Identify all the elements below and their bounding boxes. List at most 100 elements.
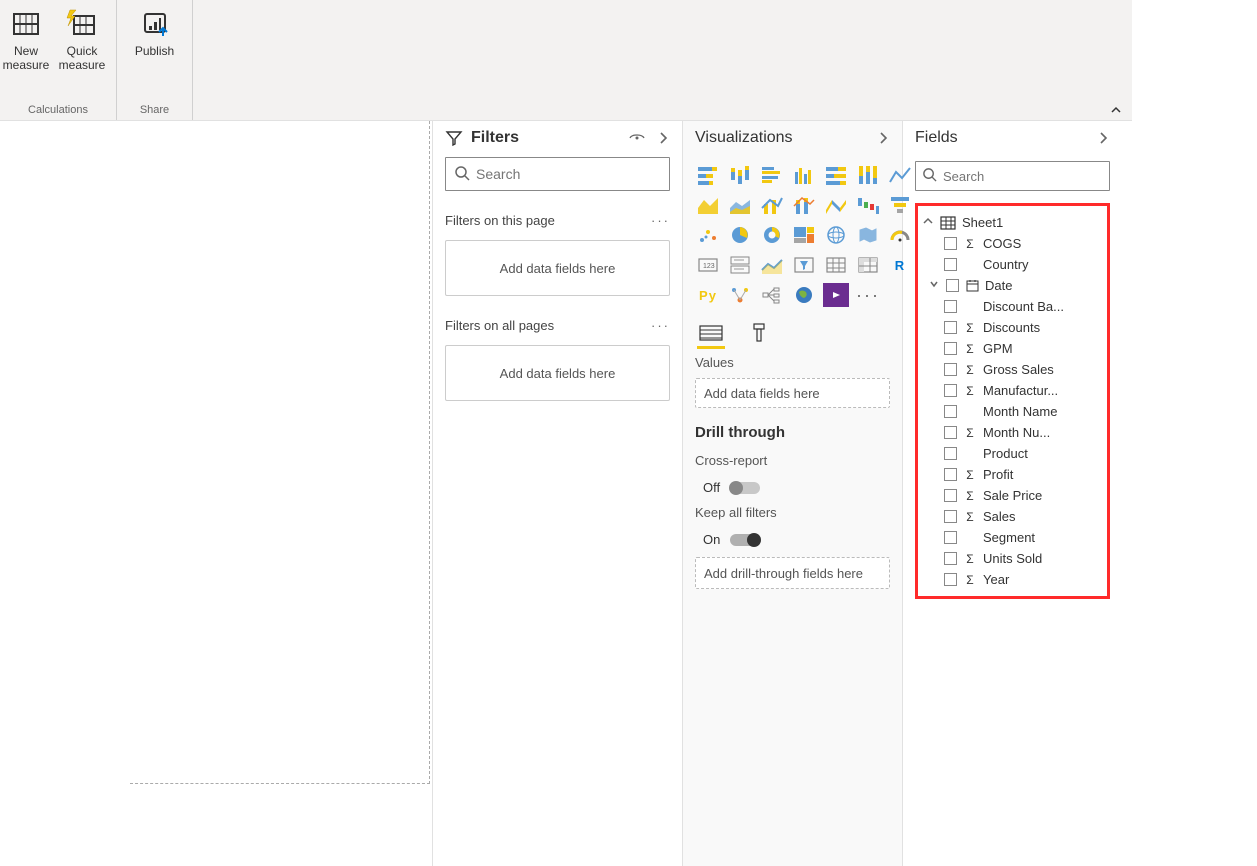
field-checkbox[interactable] bbox=[944, 384, 957, 397]
publish-button[interactable]: Publish bbox=[126, 4, 184, 60]
keep-all-filters-toggle[interactable] bbox=[730, 534, 760, 546]
fields-search-input[interactable] bbox=[943, 169, 1119, 184]
viz-donut-chart[interactable] bbox=[759, 223, 785, 247]
viz-python-visual[interactable]: Py bbox=[695, 283, 721, 307]
viz-100-stacked-bar-chart[interactable] bbox=[823, 163, 849, 187]
viz-100-stacked-column-chart[interactable] bbox=[855, 163, 881, 187]
values-dropzone[interactable]: Add data fields here bbox=[695, 378, 890, 408]
fields-tab[interactable] bbox=[697, 321, 725, 349]
viz-r-visual[interactable]: R bbox=[887, 253, 913, 277]
viz-ribbon-chart[interactable] bbox=[823, 193, 849, 217]
filters-search-input[interactable] bbox=[476, 166, 661, 182]
field-checkbox[interactable] bbox=[944, 300, 957, 313]
viz-gauge[interactable] bbox=[887, 223, 913, 247]
viz-area-chart[interactable] bbox=[695, 193, 721, 217]
field-item[interactable]: ΣGPM bbox=[918, 338, 1107, 359]
viz-treemap[interactable] bbox=[791, 223, 817, 247]
field-item[interactable]: Date bbox=[918, 275, 1107, 296]
viz-key-influencers[interactable] bbox=[727, 283, 753, 307]
field-item[interactable]: ΣCOGS bbox=[918, 233, 1107, 254]
viz-line-clustered-column[interactable] bbox=[759, 193, 785, 217]
collapse-viz-icon[interactable] bbox=[874, 129, 892, 147]
viz-stacked-area-chart[interactable] bbox=[727, 193, 753, 217]
viz-filled-map[interactable] bbox=[855, 223, 881, 247]
table-node[interactable]: Sheet1 bbox=[918, 212, 1107, 233]
collapse-filters-icon[interactable] bbox=[654, 129, 672, 147]
field-item[interactable]: ΣYear bbox=[918, 569, 1107, 590]
format-tab[interactable] bbox=[745, 321, 773, 349]
viz-clustered-bar-chart[interactable] bbox=[759, 163, 785, 187]
viz-multi-row-card[interactable] bbox=[727, 253, 753, 277]
field-item[interactable]: ΣManufactur... bbox=[918, 380, 1107, 401]
more-options-icon[interactable]: ··· bbox=[651, 318, 670, 333]
svg-text:123: 123 bbox=[703, 263, 715, 270]
drillthrough-dropzone[interactable]: Add drill-through fields here bbox=[695, 557, 890, 589]
viz-slicer[interactable] bbox=[791, 253, 817, 277]
keep-filters-label: Keep all filters bbox=[695, 505, 890, 520]
viz-stacked-bar-chart[interactable] bbox=[695, 163, 721, 187]
field-item[interactable]: ΣProduct bbox=[918, 443, 1107, 464]
viz-matrix[interactable] bbox=[855, 253, 881, 277]
field-checkbox[interactable] bbox=[944, 489, 957, 502]
main-body: Filters Filters on this page ··· bbox=[0, 121, 1257, 866]
viz-pie-chart[interactable] bbox=[727, 223, 753, 247]
report-canvas[interactable] bbox=[0, 121, 432, 866]
viz-decomposition-tree[interactable] bbox=[759, 283, 785, 307]
viz-kpi[interactable] bbox=[759, 253, 785, 277]
values-label: Values bbox=[695, 355, 890, 370]
report-filters-dropzone[interactable]: Add data fields here bbox=[445, 345, 670, 401]
viz-line-chart[interactable] bbox=[887, 163, 913, 187]
filters-search-box[interactable] bbox=[445, 157, 670, 191]
more-options-icon[interactable]: ··· bbox=[651, 213, 670, 228]
quick-measure-button[interactable]: Quick measure bbox=[53, 4, 111, 74]
field-item[interactable]: ΣDiscount Ba... bbox=[918, 296, 1107, 317]
fields-search-box[interactable] bbox=[915, 161, 1110, 191]
field-checkbox[interactable] bbox=[944, 510, 957, 523]
field-checkbox[interactable] bbox=[944, 405, 957, 418]
field-checkbox[interactable] bbox=[946, 279, 959, 292]
eye-icon[interactable] bbox=[628, 129, 646, 147]
cross-report-toggle[interactable] bbox=[730, 482, 760, 494]
field-item[interactable]: ΣProfit bbox=[918, 464, 1107, 485]
viz-map[interactable] bbox=[823, 223, 849, 247]
field-checkbox[interactable] bbox=[944, 552, 957, 565]
viz-arcgis-map[interactable] bbox=[791, 283, 817, 307]
viz-table[interactable] bbox=[823, 253, 849, 277]
viz-more-visuals[interactable]: ··· bbox=[855, 283, 881, 307]
field-item[interactable]: ΣSegment bbox=[918, 527, 1107, 548]
new-measure-button[interactable]: Newmeasure bbox=[1, 4, 51, 74]
field-checkbox[interactable] bbox=[944, 531, 957, 544]
viz-waterfall-chart[interactable] bbox=[855, 193, 881, 217]
field-item[interactable]: ΣMonth Name bbox=[918, 401, 1107, 422]
field-item[interactable]: ΣUnits Sold bbox=[918, 548, 1107, 569]
filters-on-all-pages-header: Filters on all pages ··· bbox=[445, 318, 670, 333]
field-item[interactable]: ΣMonth Nu... bbox=[918, 422, 1107, 443]
viz-line-stacked-column[interactable] bbox=[791, 193, 817, 217]
field-checkbox[interactable] bbox=[944, 447, 957, 460]
viz-funnel-chart[interactable] bbox=[887, 193, 913, 217]
filters-pane: Filters Filters on this page ··· bbox=[432, 121, 682, 866]
field-checkbox[interactable] bbox=[944, 321, 957, 334]
field-checkbox[interactable] bbox=[944, 573, 957, 586]
field-item[interactable]: ΣSales bbox=[918, 506, 1107, 527]
field-item[interactable]: ΣCountry bbox=[918, 254, 1107, 275]
viz-stacked-column-chart[interactable] bbox=[727, 163, 753, 187]
field-checkbox[interactable] bbox=[944, 426, 957, 439]
page-filters-dropzone[interactable]: Add data fields here bbox=[445, 240, 670, 296]
field-checkbox[interactable] bbox=[944, 363, 957, 376]
field-checkbox[interactable] bbox=[944, 237, 957, 250]
field-checkbox[interactable] bbox=[944, 468, 957, 481]
field-item[interactable]: ΣDiscounts bbox=[918, 317, 1107, 338]
viz-clustered-column-chart[interactable] bbox=[791, 163, 817, 187]
viz-scatter-chart[interactable] bbox=[695, 223, 721, 247]
ribbon-collapse-icon[interactable] bbox=[1110, 104, 1122, 116]
field-checkbox[interactable] bbox=[944, 258, 957, 271]
viz-power-apps[interactable] bbox=[823, 283, 849, 307]
collapse-fields-icon[interactable] bbox=[1094, 129, 1112, 147]
field-checkbox[interactable] bbox=[944, 342, 957, 355]
viz-card[interactable]: 123 bbox=[695, 253, 721, 277]
field-item[interactable]: ΣSale Price bbox=[918, 485, 1107, 506]
ribbon: Newmeasure Quick measure Calculations Pu… bbox=[0, 0, 1132, 121]
visualizations-title: Visualizations bbox=[695, 129, 793, 147]
field-item[interactable]: ΣGross Sales bbox=[918, 359, 1107, 380]
